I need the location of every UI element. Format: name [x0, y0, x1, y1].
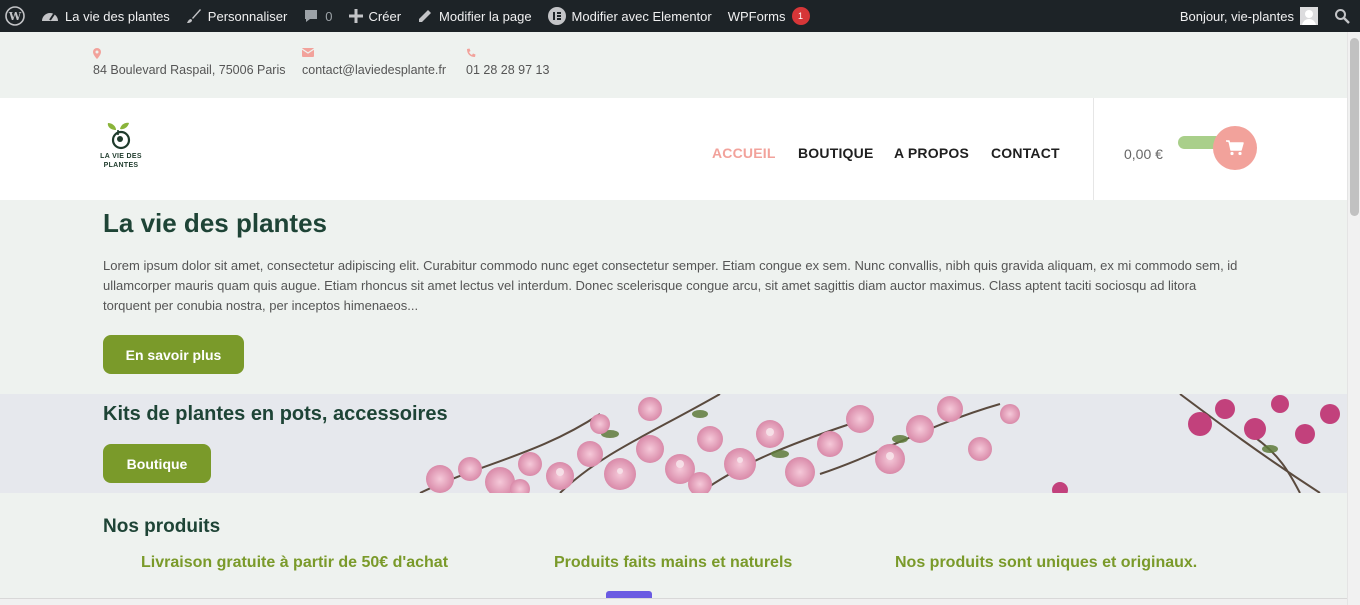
feature-free-delivery: Livraison gratuite à partir de 50€ d'ach…	[141, 554, 449, 571]
address-text: 84 Boulevard Raspail, 75006 Paris	[93, 63, 286, 77]
bottom-edge	[0, 598, 1347, 605]
admin-bar: W La vie des plantes Personnaliser 0 Cré…	[0, 0, 1360, 32]
hero-text: Lorem ipsum dolor sit amet, consectetur …	[103, 258, 1238, 313]
site-header: LA VIE DES PLANTES ACCUEIL BOUTIQUE A PR…	[0, 98, 1347, 200]
products-title: Nos produits	[103, 516, 221, 537]
envelope-icon	[301, 48, 446, 62]
page-scrollbar[interactable]	[1347, 32, 1360, 605]
new-label: Créer	[368, 8, 402, 24]
greeting-label: Bonjour, vie-plantes	[1179, 8, 1294, 24]
logo-text-line-2: PLANTES	[103, 162, 139, 169]
wpforms-link[interactable]: WPForms 1	[720, 0, 818, 32]
nav-boutique[interactable]: BOUTIQUE	[798, 145, 874, 161]
logo-text-line-1: LA VIE DES	[100, 153, 142, 160]
elementor-icon	[547, 7, 566, 25]
phone-text: 01 28 28 97 13	[466, 63, 550, 77]
admin-search-button[interactable]	[1326, 0, 1360, 32]
nav-a-propos[interactable]: A PROPOS	[894, 145, 969, 161]
banner-title: Kits de plantes en pots, accessoires	[103, 403, 448, 425]
comment-icon	[305, 10, 318, 22]
boutique-button[interactable]: Boutique	[103, 444, 211, 483]
edit-elementor-label: Modifier avec Elementor	[571, 8, 712, 24]
cart-total[interactable]: 0,00 €	[1124, 146, 1163, 162]
account-menu[interactable]: Bonjour, vie-plantes	[1172, 0, 1326, 32]
feature-handmade: Produits faits mains et naturels	[554, 554, 793, 571]
pencil-icon	[419, 10, 432, 22]
avatar	[1300, 7, 1318, 25]
wpforms-label: WPForms	[727, 8, 786, 24]
nav-contact[interactable]: CONTACT	[991, 145, 1060, 161]
nav-accueil[interactable]: ACCUEIL	[712, 145, 776, 161]
comments-link[interactable]: 0	[295, 0, 340, 32]
header-divider	[1093, 98, 1094, 200]
email-info[interactable]: contact@laviedesplante.fr	[301, 48, 447, 77]
customize-link[interactable]: Personnaliser	[178, 0, 296, 32]
scrollbar-thumb[interactable]	[1350, 38, 1359, 216]
leaf-logo-icon	[107, 122, 131, 150]
new-content-link[interactable]: Créer	[341, 0, 410, 32]
address-info: 84 Boulevard Raspail, 75006 Paris	[93, 48, 285, 77]
logo-text: LA VIE DES PLANTES	[98, 152, 144, 170]
email-text: contact@laviedesplante.fr	[302, 63, 447, 77]
feature-unique: Nos produits sont uniques et originaux.	[895, 554, 1198, 571]
site-logo[interactable]: LA VIE DES PLANTES	[98, 122, 144, 174]
svg-text:W: W	[8, 10, 22, 23]
phone-info[interactable]: 01 28 28 97 13	[466, 48, 549, 77]
hero-title: La vie des plantes	[103, 208, 327, 238]
edit-elementor-link[interactable]: Modifier avec Elementor	[540, 0, 720, 32]
wpforms-badge: 1	[791, 7, 810, 25]
dashboard-icon	[42, 13, 58, 21]
en-savoir-plus-button[interactable]: En savoir plus	[103, 335, 244, 374]
edit-page-link[interactable]: Modifier la page	[409, 0, 540, 32]
brush-icon	[186, 9, 201, 23]
admin-site-link[interactable]: La vie des plantes	[33, 0, 178, 32]
shopping-cart-icon	[1226, 140, 1244, 156]
wordpress-logo-icon[interactable]: W	[0, 0, 33, 32]
cart-button[interactable]	[1213, 126, 1257, 170]
top-info-bar: 84 Boulevard Raspail, 75006 Paris contac…	[0, 32, 1347, 98]
plus-icon	[348, 9, 363, 23]
phone-icon	[466, 48, 549, 62]
location-pin-icon	[93, 48, 285, 62]
customize-label: Personnaliser	[207, 8, 288, 24]
site-name-label: La vie des plantes	[65, 8, 170, 24]
edit-page-label: Modifier la page	[439, 8, 532, 24]
search-icon	[1335, 9, 1350, 24]
comments-count: 0	[325, 8, 333, 24]
